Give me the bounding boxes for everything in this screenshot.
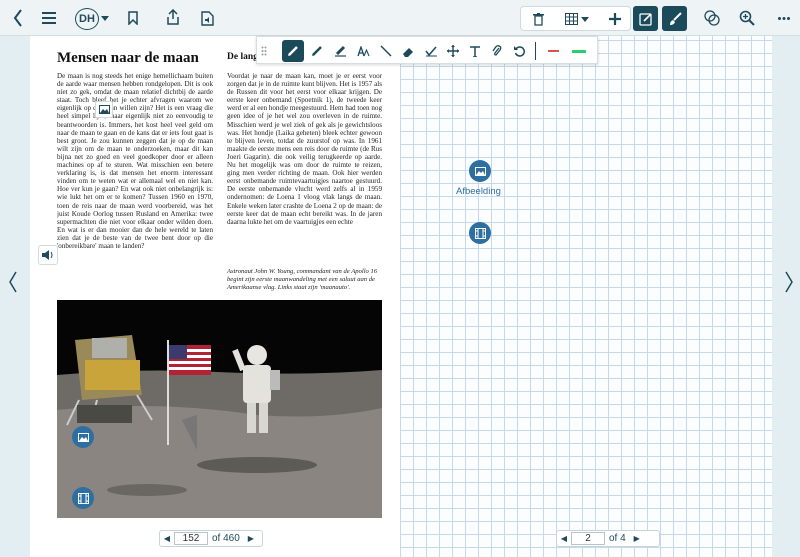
page-number-input[interactable]: 2 <box>571 532 605 545</box>
speaker-icon[interactable] <box>38 245 58 265</box>
image-marker-icon[interactable] <box>469 160 491 182</box>
audio-file-icon[interactable] <box>199 9 215 27</box>
red-color-swatch[interactable] <box>543 41 563 61</box>
drawing-toolbar <box>256 36 598 64</box>
article-column-right: Voordat je naar de maan kan, moet je er … <box>227 72 382 226</box>
toolbar-divider <box>535 42 536 60</box>
article-title: Mensen naar de maan <box>57 50 199 66</box>
page-total: of 460 <box>212 533 240 544</box>
page-total: of 4 <box>609 533 626 544</box>
share-icon[interactable] <box>165 7 181 27</box>
text-style-icon[interactable] <box>353 41 373 61</box>
attachment-icon[interactable] <box>487 41 507 61</box>
image-label: Afbeelding <box>456 186 501 197</box>
undo-icon[interactable] <box>509 41 529 61</box>
moon-photo <box>57 300 382 518</box>
bookmark-icon[interactable] <box>126 9 140 27</box>
eraser-icon[interactable] <box>398 41 418 61</box>
chevron-down-icon[interactable] <box>581 16 589 22</box>
translate-icon[interactable] <box>702 8 722 28</box>
marker-icon[interactable] <box>307 41 327 61</box>
next-page-arrow[interactable] <box>784 270 798 294</box>
video-marker-icon[interactable] <box>72 487 94 509</box>
text-icon[interactable] <box>465 41 485 61</box>
image-marker-icon[interactable] <box>72 426 94 448</box>
next-page-arrow[interactable]: ▶ <box>630 534 644 543</box>
back-icon[interactable] <box>10 8 26 28</box>
grid-icon[interactable] <box>563 11 579 27</box>
article-column-left: De maan is nog steeds het enige hemellic… <box>57 72 213 250</box>
trash-icon[interactable] <box>531 11 545 27</box>
add-icon[interactable] <box>607 11 623 27</box>
prev-page-arrow[interactable]: ◀ <box>160 534 174 543</box>
edit-note-icon[interactable] <box>633 6 658 31</box>
right-page-pager: ◀ 2 of 4 ▶ <box>556 530 660 547</box>
image-marker-icon[interactable] <box>95 101 113 118</box>
highlighter-icon[interactable] <box>330 41 350 61</box>
more-icon[interactable] <box>776 8 792 28</box>
page-number-input[interactable]: 152 <box>174 532 208 545</box>
notebook-grid[interactable] <box>400 36 772 557</box>
next-page-arrow[interactable]: ▶ <box>244 534 258 543</box>
tool-group <box>520 6 631 31</box>
select-pen-icon[interactable] <box>421 41 441 61</box>
left-page-pager: ◀ 152 of 460 ▶ <box>159 530 263 547</box>
avatar[interactable]: DH <box>75 8 99 30</box>
green-color-swatch[interactable] <box>569 41 589 61</box>
line-icon[interactable] <box>376 41 396 61</box>
drag-handle-icon[interactable] <box>259 41 269 61</box>
video-marker-icon[interactable] <box>469 222 491 244</box>
menu-icon[interactable] <box>40 10 58 26</box>
previous-page-arrow[interactable] <box>8 270 22 294</box>
brush-icon[interactable] <box>662 6 687 31</box>
prev-page-arrow[interactable]: ◀ <box>557 534 571 543</box>
photo-caption: Astronaut John W. Young, commandant van … <box>227 268 378 291</box>
zoom-in-icon[interactable] <box>737 8 757 28</box>
move-icon[interactable] <box>443 41 463 61</box>
top-toolbar: DH <box>0 0 800 36</box>
chevron-down-icon[interactable] <box>101 14 109 22</box>
pencil-icon[interactable] <box>282 40 304 62</box>
